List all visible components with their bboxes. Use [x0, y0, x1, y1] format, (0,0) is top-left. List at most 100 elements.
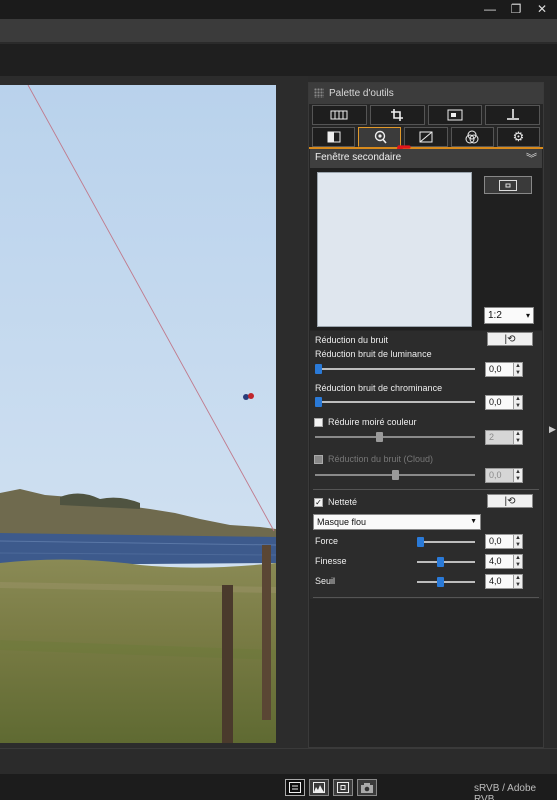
chrominance-slider-thumb[interactable] [315, 397, 322, 407]
spinner-arrows-icon[interactable]: ▲ ▼ [513, 575, 522, 588]
image-viewer[interactable]: ⊡ [0, 76, 308, 748]
tab-tone[interactable] [312, 127, 356, 147]
palette-title: Palette d'outils [329, 88, 394, 99]
section-divider [313, 489, 539, 490]
seuil-slider-thumb[interactable] [437, 577, 445, 587]
force-value: 0,0 [489, 536, 502, 546]
sharpness-checkbox[interactable]: ✓ [314, 498, 323, 507]
finesse-value: 4,0 [489, 556, 502, 566]
cloud-noise-checkbox[interactable] [314, 455, 323, 464]
tone-icon [327, 131, 341, 143]
restore-button[interactable]: ❐ [504, 0, 528, 19]
seuil-input[interactable]: 4,0 ▲ ▼ [485, 574, 523, 589]
spinner-arrows-icon[interactable]: ▲ ▼ [513, 396, 522, 409]
tab-basic-adjust[interactable] [312, 105, 367, 125]
dust-delete-icon [447, 109, 463, 121]
minimize-button[interactable]: — [478, 0, 502, 19]
force-input[interactable]: 0,0 ▲ ▼ [485, 534, 523, 549]
finesse-label: Finesse [315, 556, 347, 566]
moire-slider[interactable] [315, 432, 475, 442]
tool-palette: Palette d'outils ⚙ Fenêtre secondaire ︾ … [308, 82, 544, 748]
moire-label: Réduire moiré couleur [328, 417, 417, 427]
close-button[interactable]: ✕ [530, 0, 554, 19]
seuil-slider[interactable] [417, 577, 475, 587]
landscape-photo [0, 85, 276, 743]
zoom-select[interactable]: 1:2 ▾ [484, 307, 534, 324]
moire-checkbox[interactable] [314, 418, 323, 427]
basic-adjust-icon [330, 110, 348, 120]
tab-color[interactable] [450, 127, 494, 147]
tool-toolbar [0, 44, 557, 76]
palette-tabs-top [312, 105, 540, 125]
finesse-input[interactable]: 4,0 ▲ ▼ [485, 554, 523, 569]
finesse-slider-thumb[interactable] [437, 557, 445, 567]
grip-icon[interactable] [314, 88, 324, 98]
moire-value: 2 [489, 432, 495, 442]
reset-icon: |⟲ [504, 333, 516, 345]
tab-crop[interactable] [369, 105, 425, 125]
checkmark-icon: ✓ [315, 498, 322, 507]
view-histogram-button[interactable] [309, 779, 329, 796]
noise-reset-button[interactable]: |⟲ [487, 332, 533, 346]
view-palette-button[interactable] [285, 779, 305, 796]
detail-loupe-icon [374, 130, 387, 144]
af-points-icon [337, 782, 349, 793]
tab-settings[interactable]: ⚙ [496, 127, 541, 147]
chrominance-value: 0,0 [489, 397, 502, 407]
view-shooting-info-button[interactable] [357, 779, 377, 796]
force-slider[interactable] [417, 537, 475, 547]
spinner-arrows-icon[interactable]: ▲ ▼ [513, 363, 522, 376]
section-divider [313, 597, 539, 598]
tab-lens-correction[interactable] [485, 105, 540, 125]
dropdown-arrow-icon: ▼ [470, 518, 477, 525]
dropdown-arrow-icon: ▾ [525, 311, 530, 320]
sharpness-reset-button[interactable]: |⟲ [487, 494, 533, 508]
histogram-icon [313, 782, 325, 793]
subwindow-title: Fenêtre secondaire [315, 152, 402, 163]
chrominance-slider[interactable] [315, 397, 475, 407]
cloud-noise-slider-thumb[interactable] [391, 470, 399, 480]
force-slider-thumb[interactable] [417, 537, 424, 547]
color-icon [465, 130, 479, 144]
view-af-points-button[interactable] [333, 779, 353, 796]
spinner-arrows-icon[interactable]: ▲ ▼ [513, 469, 522, 482]
zoom-select-value: 1:2 [488, 310, 502, 321]
force-label: Force [315, 536, 339, 546]
crop-icon [391, 109, 404, 121]
luminance-slider-thumb[interactable] [315, 364, 322, 374]
chrominance-input[interactable]: 0,0 ▲ ▼ [485, 395, 523, 410]
tab-dust-delete[interactable] [427, 105, 483, 125]
title-bar: — ❐ ✕ [0, 0, 557, 19]
photo-preview[interactable] [0, 85, 276, 743]
moire-input[interactable]: 2 ▲ ▼ [485, 430, 523, 445]
sharpen-mode-value: Masque flou [317, 517, 367, 527]
seuil-value: 4,0 [489, 576, 502, 586]
cloud-noise-slider[interactable] [315, 470, 475, 480]
spinner-arrows-icon[interactable]: ▲ ▼ [513, 555, 522, 568]
spinner-arrows-icon[interactable]: ▲ ▼ [513, 535, 522, 548]
camera-icon [361, 783, 373, 793]
sharpness-title: Netteté [328, 497, 358, 507]
fullscreen-button[interactable] [484, 176, 532, 194]
cloud-noise-label: Réduction du bruit (Cloud) [328, 454, 434, 464]
app-window: — ❐ ✕ Palette d'outils ⚙ Fenêtre seconda… [0, 0, 557, 800]
subwindow-header[interactable]: Fenêtre secondaire ︾ [310, 149, 542, 168]
cloud-noise-value: 0,0 [489, 470, 502, 480]
spinner-arrows-icon[interactable]: ▲ ▼ [513, 431, 522, 444]
fullscreen-icon [499, 179, 517, 191]
palette-header[interactable]: Palette d'outils [309, 83, 543, 104]
sharpen-mode-select[interactable]: Masque flou ▼ [313, 514, 481, 530]
finesse-slider[interactable] [417, 557, 475, 567]
luminance-input[interactable]: 0,0 ▲ ▼ [485, 362, 523, 377]
panel-expand-arrow-icon[interactable]: ▶ [549, 424, 556, 435]
subwindow-preview[interactable] [317, 172, 472, 327]
collapse-chevron-icon[interactable]: ︾ [526, 150, 537, 166]
moire-slider-thumb[interactable] [376, 432, 384, 442]
palette-tabs-bottom: ⚙ [312, 127, 541, 147]
luminance-slider[interactable] [315, 364, 475, 374]
subwindow-panel: 1:2 ▾ [310, 168, 542, 330]
seuil-label: Seuil [315, 576, 336, 586]
bottom-strip [0, 748, 557, 774]
cloud-noise-input[interactable]: 0,0 ▲ ▼ [485, 468, 523, 483]
chrominance-label: Réduction bruit de chrominance [315, 383, 443, 393]
